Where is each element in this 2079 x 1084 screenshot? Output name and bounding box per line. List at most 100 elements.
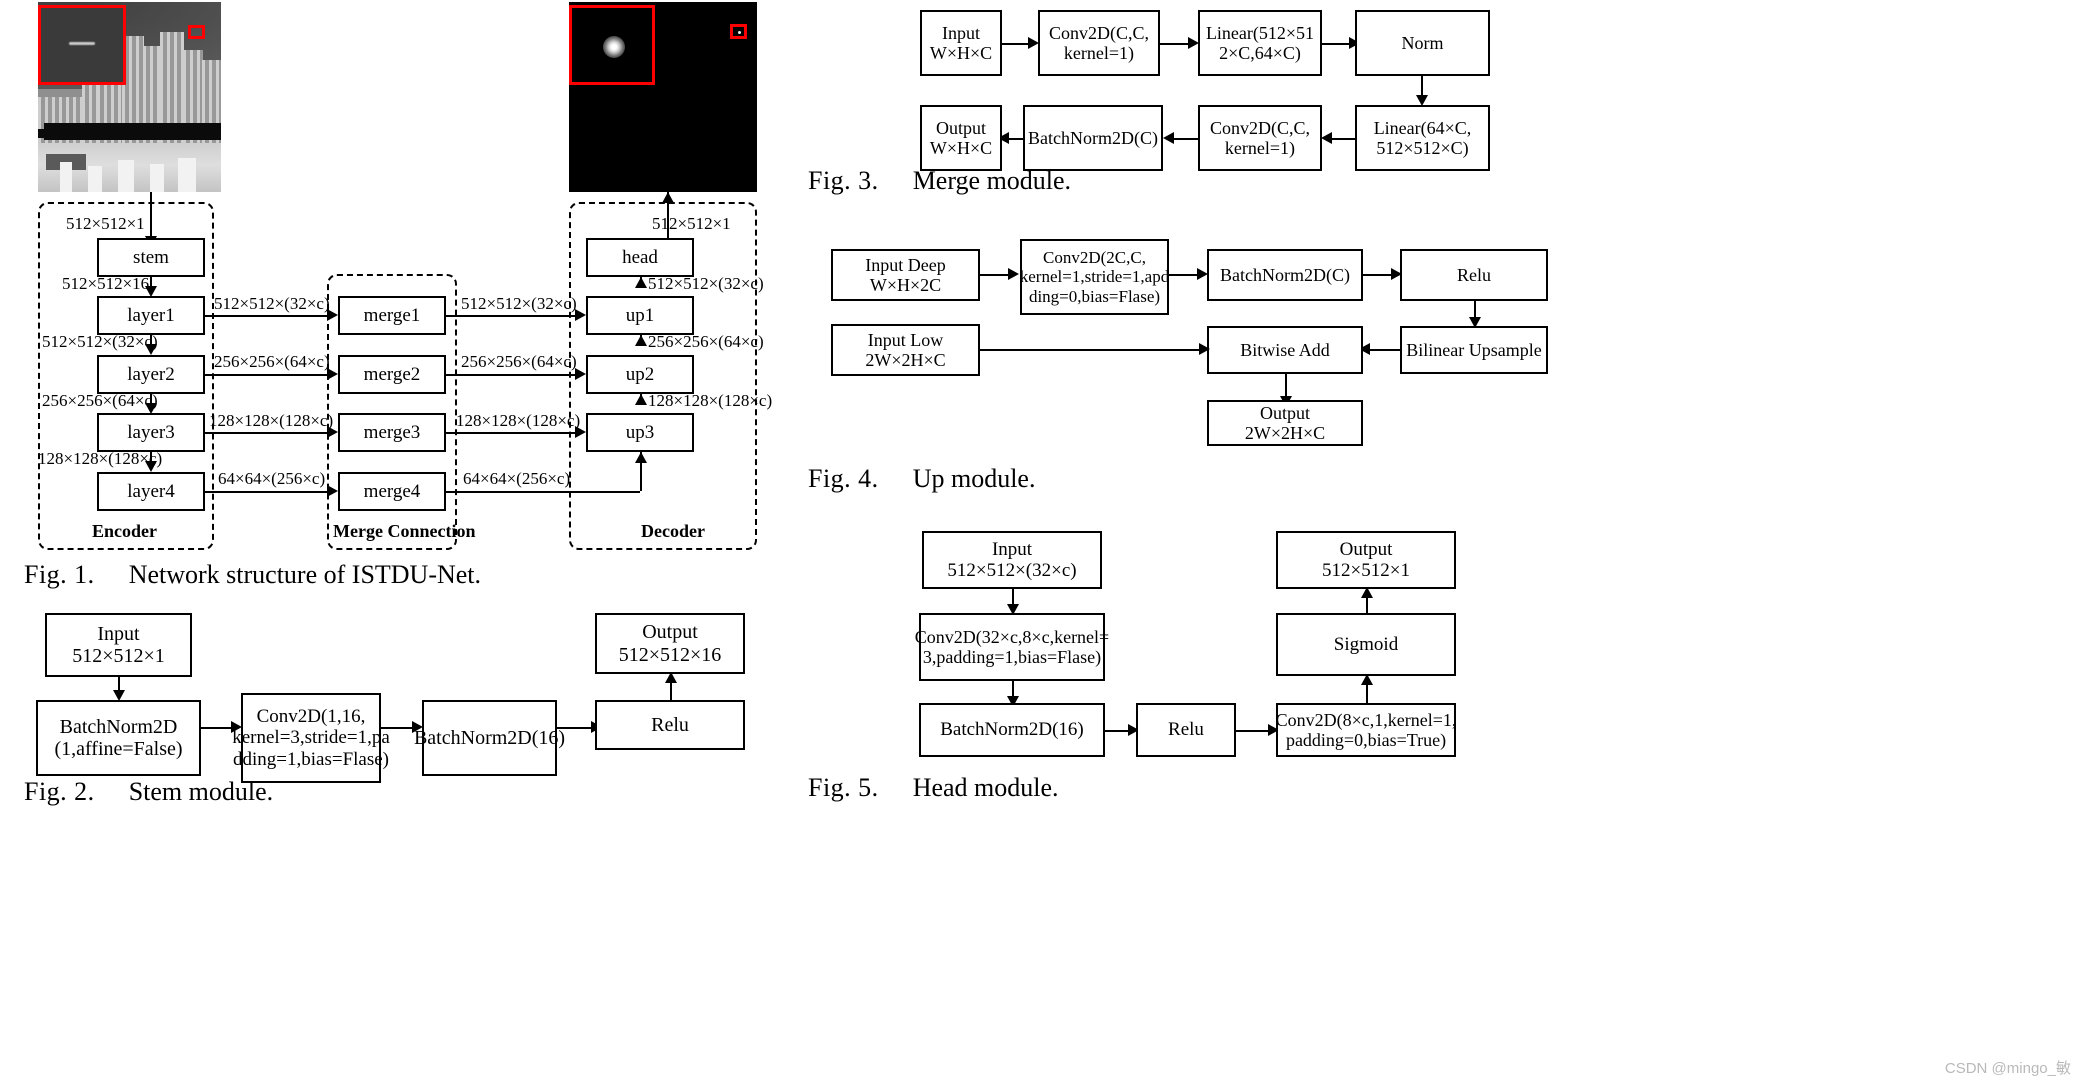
- encoder-block-layer4[interactable]: layer4: [97, 472, 205, 511]
- fig4-block-bitwise-add[interactable]: Bitwise Add: [1207, 326, 1363, 374]
- connector-layer1-to-merge1: [205, 315, 329, 317]
- label-skip-layer3: 128×128×(128×c): [209, 411, 334, 430]
- foreground-window: [150, 164, 164, 192]
- label-up1-to-head: 512×512×(32×c): [648, 274, 764, 293]
- merge-block-merge2[interactable]: merge2: [338, 355, 446, 394]
- group-label-merge-connection: Merge Connection: [333, 521, 476, 541]
- connector-merge3-to-up3: [446, 432, 577, 434]
- dark-road-region: [44, 123, 221, 140]
- arrow-head-right: [575, 309, 586, 321]
- label-up3-to-up2: 128×128×(128×c): [648, 391, 773, 410]
- fig3-block-conv2d-1[interactable]: Conv2D(C,C, kernel=1): [1038, 10, 1160, 76]
- label-skip-layer1: 512×512×(32×c): [214, 294, 330, 313]
- group-label-decoder: Decoder: [641, 521, 705, 541]
- fig4-connector-inputlow-to-add: [980, 349, 1203, 351]
- figure1-caption-number: Fig. 1.: [24, 560, 95, 589]
- fig3-block-conv2d-2[interactable]: Conv2D(C,C, kernel=1): [1198, 105, 1322, 171]
- fig5-block-conv2d-2[interactable]: Conv2D(8×c,1,kernel=1, padding=0,bias=Tr…: [1276, 703, 1456, 757]
- figure2-caption: Fig. 2. Stem module.: [24, 777, 273, 807]
- encoder-block-layer3[interactable]: layer3: [97, 413, 205, 452]
- label-merge4-output: 64×64×(256×c): [463, 469, 571, 488]
- arrow-head-up: [635, 452, 647, 463]
- fig3-block-input[interactable]: Input W×H×C: [920, 10, 1002, 76]
- label-skip-layer2: 256×256×(64×c): [214, 352, 330, 371]
- arrow-head-up: [635, 394, 647, 405]
- fig3-block-norm[interactable]: Norm: [1355, 10, 1490, 76]
- fig2-block-batchnorm-1[interactable]: BatchNorm2D (1,affine=False): [36, 700, 201, 776]
- decoder-block-up2[interactable]: up2: [586, 355, 694, 394]
- arrow-head-left: [1163, 132, 1174, 144]
- fig5-block-conv2d-1[interactable]: Conv2D(32×c,8×c,kernel= 3,padding=1,bias…: [915, 613, 1109, 681]
- merge-block-merge1[interactable]: merge1: [338, 296, 446, 335]
- fig4-block-input-deep[interactable]: Input Deep W×H×2C: [831, 249, 980, 301]
- fig4-block-conv2d[interactable]: Conv2D(2C,C, kernel=1,stride=1,apd ding=…: [1020, 239, 1169, 315]
- figure4-caption-number: Fig. 4.: [808, 464, 879, 493]
- building-block: [82, 80, 98, 152]
- label-network-input: 512×512×1: [66, 214, 145, 233]
- merge-block-merge4[interactable]: merge4: [338, 472, 446, 511]
- dark-road-region: [38, 129, 58, 138]
- encoder-block-layer2[interactable]: layer2: [97, 355, 205, 394]
- decoder-block-up1[interactable]: up1: [586, 296, 694, 335]
- target-roi-box: [730, 24, 747, 39]
- label-network-output: 512×512×1: [652, 214, 731, 233]
- arrow-head-right: [575, 368, 586, 380]
- merge-block-merge3[interactable]: merge3: [338, 413, 446, 452]
- encoder-block-layer1[interactable]: layer1: [97, 296, 205, 335]
- infrared-input-image: [38, 2, 221, 192]
- arrow-head-right: [1008, 268, 1019, 280]
- fig4-connector-add-to-output: [1285, 374, 1287, 398]
- fig4-block-batchnorm[interactable]: BatchNorm2D(C): [1207, 249, 1363, 301]
- connector-layer2-to-merge2: [205, 374, 329, 376]
- label-merge1-output: 512×512×(32×c): [461, 294, 577, 313]
- fig3-block-output[interactable]: Output W×H×C: [920, 105, 1002, 171]
- fig3-block-linear-2[interactable]: Linear(64×C, 512×512×C): [1355, 105, 1490, 171]
- foreground-window: [118, 160, 134, 192]
- fig4-block-input-low[interactable]: Input Low 2W×2H×C: [831, 324, 980, 376]
- target-roi-box: [188, 25, 205, 39]
- fig2-block-input[interactable]: Input 512×512×1: [45, 613, 192, 677]
- figure5-caption-number: Fig. 5.: [808, 773, 879, 802]
- foreground-window: [178, 158, 196, 192]
- fig2-block-conv2d[interactable]: Conv2D(1,16, kernel=3,stride=1,pa dding=…: [232, 693, 390, 783]
- figure5-caption-text: Head module.: [912, 773, 1059, 802]
- label-skip-layer4: 64×64×(256×c): [218, 469, 326, 488]
- figure3-caption-text: Merge module.: [912, 166, 1072, 195]
- fig3-block-batchnorm[interactable]: BatchNorm2D(C): [1023, 105, 1163, 171]
- decoder-block-head[interactable]: head: [586, 238, 694, 277]
- arrow-head-left: [1321, 132, 1332, 144]
- fig5-block-batchnorm[interactable]: BatchNorm2D(16): [919, 703, 1105, 757]
- figure2-caption-text: Stem module.: [128, 777, 274, 806]
- fig2-connector-conv-to-bn2: [381, 727, 416, 729]
- arrow-head-up: [635, 335, 647, 346]
- connector-merge1-to-up1: [446, 315, 577, 317]
- decoder-block-up3[interactable]: up3: [586, 413, 694, 452]
- fig4-block-bilinear-upsample[interactable]: Bilinear Upsample: [1400, 326, 1548, 374]
- fig5-block-relu[interactable]: Relu: [1136, 703, 1236, 757]
- fig2-block-batchnorm-2[interactable]: BatchNorm2D(16): [414, 700, 565, 776]
- fig4-block-relu[interactable]: Relu: [1400, 249, 1548, 301]
- fig2-connector-bn1-to-conv: [201, 727, 235, 729]
- connector-merge2-to-up2: [446, 374, 577, 376]
- target-point: [738, 31, 741, 34]
- ground-truth-mask-image: [569, 2, 757, 192]
- arrow-head-right: [327, 485, 338, 497]
- group-label-encoder: Encoder: [92, 521, 157, 541]
- fig5-block-sigmoid[interactable]: Sigmoid: [1276, 613, 1456, 676]
- encoder-block-stem[interactable]: stem: [97, 238, 205, 277]
- figure1-caption: Fig. 1. Network structure of ISTDU-Net.: [24, 560, 481, 590]
- fig3-block-linear-1[interactable]: Linear(512×51 2×C,64×C): [1198, 10, 1322, 76]
- connector-layer4-to-merge4: [205, 491, 329, 493]
- fig2-block-relu[interactable]: Relu: [595, 700, 745, 750]
- zoom-patch-overlay: [38, 5, 126, 85]
- target-blob: [603, 36, 625, 58]
- arrow-head-up: [635, 277, 647, 288]
- label-layer1-to-layer2: 512×512×(32×c): [42, 332, 158, 351]
- fig2-block-output[interactable]: Output 512×512×16: [595, 613, 745, 674]
- target-streak: [69, 42, 95, 45]
- arrow-head-right: [1199, 343, 1210, 355]
- fig4-block-output[interactable]: Output 2W×2H×C: [1207, 400, 1363, 446]
- fig5-block-input[interactable]: Input 512×512×(32×c): [922, 531, 1102, 589]
- connector-merge4-to-decoder: [446, 491, 640, 493]
- fig5-block-output[interactable]: Output 512×512×1: [1276, 531, 1456, 589]
